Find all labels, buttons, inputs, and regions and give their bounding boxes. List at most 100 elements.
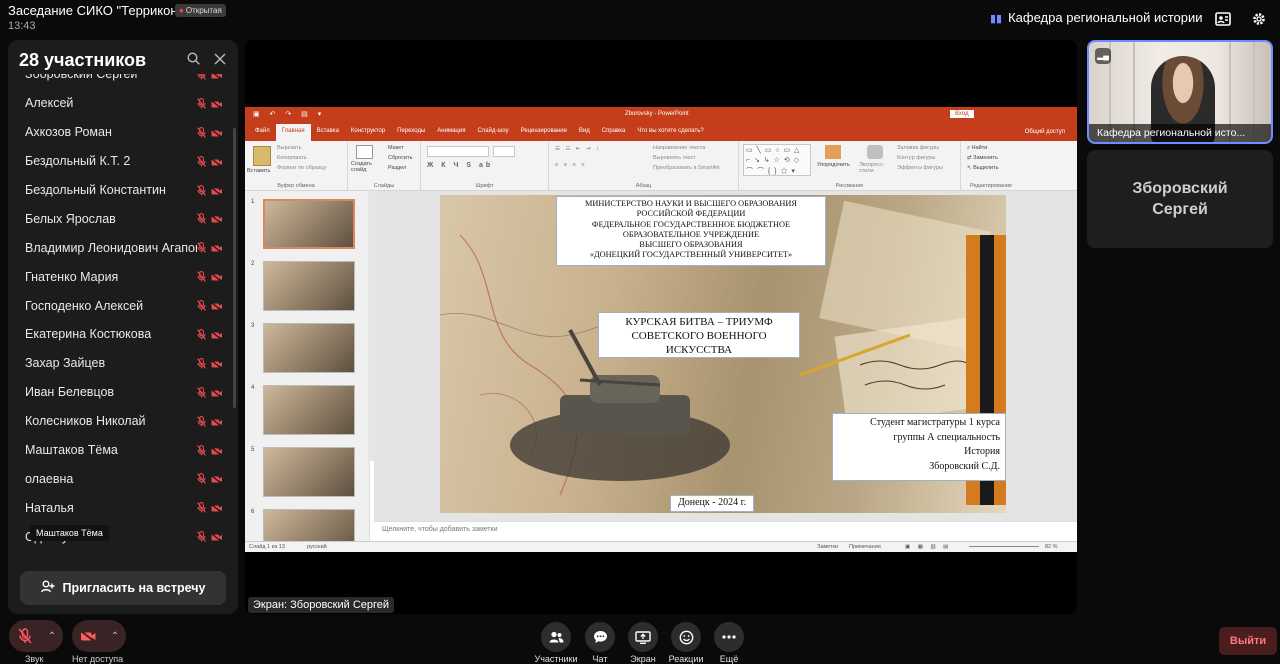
mic-off-icon <box>197 213 206 227</box>
participant-status-icons <box>197 386 223 401</box>
quick-access-toolbar: ▣ ↶ ↷ ▤ ▾ <box>253 111 326 118</box>
cut-label: Вырезать <box>277 145 302 151</box>
shape-effects-label: Эффекты фигуры <box>897 165 943 171</box>
invite-button[interactable]: Пригласить на встречу <box>20 571 226 605</box>
more-label: Ещё <box>719 654 739 664</box>
participant-name: Захар Зайцев <box>25 356 106 371</box>
camera-off-icon <box>211 271 223 285</box>
participant-row[interactable]: Колесников Николай <box>8 407 238 436</box>
mic-toggle-button[interactable] <box>9 620 41 652</box>
self-view-tile[interactable]: ▂▄ Кафедра региональной исто... <box>1087 40 1273 144</box>
new-slide-icon <box>356 145 373 159</box>
slide-thumbnail <box>263 447 355 497</box>
more-button[interactable] <box>714 622 744 652</box>
camera-off-icon <box>211 358 223 372</box>
participant-row[interactable]: Наталья <box>8 493 238 522</box>
paragraph-list-buttons: ☰ ☷ ⇤ ⇥ ↕ <box>555 146 601 152</box>
screen-share-label: Экран: Зборовский Сергей <box>248 597 395 613</box>
ppt-share-button: Общий доступ <box>1024 129 1065 135</box>
layout-icon[interactable] <box>1212 8 1234 30</box>
camera-off-icon <box>79 629 96 643</box>
settings-icon[interactable] <box>1248 8 1270 30</box>
participant-row[interactable]: Екатерина Костюкова <box>8 320 238 349</box>
slide-author-box: Студент магистратуры 1 курса группы А сп… <box>832 413 1006 481</box>
header-line: «ДОНЕЦКИЙ ГОСУДАРСТВЕННЫЙ УНИВЕРСИТЕТ» <box>589 250 793 260</box>
mic-control: ⌃ <box>9 620 63 652</box>
participant-row[interactable]: олаевна <box>8 464 238 493</box>
exit-button[interactable]: Выйти <box>1219 627 1277 655</box>
slide-counter: Слайд 1 из 13 <box>249 544 285 550</box>
participant-name: Владимир Леонидович Агапов <box>25 240 197 255</box>
participant-row[interactable]: Ахкозов Роман <box>8 118 238 147</box>
mic-off-icon <box>197 155 206 170</box>
participant-row[interactable]: Белых Ярослав <box>8 204 238 233</box>
badge-label: Открытая <box>185 6 222 15</box>
participant-row[interactable]: Владимир Леонидович Агапов <box>8 233 238 262</box>
participant-name: Бездольный Константин <box>25 183 166 197</box>
ppt-tab: Переходы <box>397 128 426 134</box>
ppt-login-button: Вход <box>950 110 974 118</box>
participant-row[interactable]: Алексей <box>8 89 238 118</box>
lock-open-icon: ● <box>179 6 184 15</box>
participant-name: Ахкозов Роман <box>25 125 112 140</box>
paste-label: Вставить <box>247 168 271 174</box>
room-name-label: Кафедра региональной истории <box>1008 10 1203 25</box>
header-line: ВЫСШЕГО ОБРАЗОВАНИЯ <box>639 240 743 250</box>
shapes-row-2: ⌐ ↘ ↳ ☆ ⟲ ◇ <box>746 157 801 164</box>
participant-tile[interactable]: Зборовский Сергей <box>1087 150 1273 248</box>
slide-thumbnail <box>263 261 355 311</box>
participant-row[interactable]: Бездольный К.Т. 2 <box>8 147 238 176</box>
search-icon[interactable] <box>187 52 200 70</box>
camera-options-caret[interactable]: ⌃ <box>104 620 126 652</box>
slide-title-box: КУРСКАЯ БИТВА – ТРИУМФ СОВЕТСКОГО ВОЕННО… <box>598 312 800 358</box>
close-icon[interactable] <box>214 52 226 70</box>
participant-row[interactable]: Захар Зайцев <box>8 349 238 378</box>
copy-label: Копировать <box>277 155 307 161</box>
screen-share-button[interactable] <box>628 622 658 652</box>
ppt-tab: Анимация <box>437 128 466 134</box>
camera-off-icon <box>211 387 223 401</box>
header-line: РОССИЙСКОЙ ФЕДЕРАЦИИ <box>636 209 746 219</box>
header-line: МИНИСТЕРСТВО НАУКИ И ВЫСШЕГО ОБРАЗОВАНИЯ <box>585 199 797 208</box>
participant-status-icons <box>197 213 223 227</box>
replace-label: Заменить <box>973 155 998 161</box>
slide-thumbnail <box>263 323 355 373</box>
participant-status-icons <box>197 329 223 343</box>
find-item: ⌕ Найти <box>967 145 988 151</box>
ppt-ribbon-tabs: Файл Главная Вставка Конструктор Переходы Ани… <box>245 124 1077 141</box>
smile-icon <box>679 630 693 644</box>
camera-toggle-button[interactable] <box>72 620 104 652</box>
participant-status-icons <box>197 97 223 112</box>
mic-options-caret[interactable]: ⌃ <box>41 620 63 652</box>
participants-button[interactable] <box>541 622 571 652</box>
mic-off-icon <box>197 242 206 256</box>
participant-row[interactable]: Иван Белевцов <box>8 378 238 407</box>
shape-outline-label: Контур фигуры <box>897 155 936 161</box>
mic-off-icon <box>197 502 206 516</box>
chat-button[interactable] <box>585 622 615 652</box>
participant-row[interactable]: Зборовский Сергей <box>8 74 238 89</box>
format-painter-label: Формат по образцу <box>277 165 327 171</box>
participant-row[interactable]: Бездольный Константин <box>8 176 238 205</box>
participants-count: 28 участников <box>19 50 147 70</box>
slide-footer-box: Донецк - 2024 г. <box>670 495 754 512</box>
camera-off-icon <box>211 531 223 545</box>
participant-row[interactable]: Господенко Алексей <box>8 291 238 320</box>
mic-off-icon <box>197 300 206 314</box>
participant-list-scrollbar[interactable] <box>233 128 236 408</box>
camera-off-icon <box>211 445 223 459</box>
camera-off-icon <box>211 502 223 516</box>
participant-status-icons <box>197 184 223 199</box>
view-buttons: ▣ ▦ ▥ ▤ <box>905 544 952 550</box>
quick-styles-label: Экспресс-стили <box>859 162 885 174</box>
participant-row[interactable]: Гнатенко Мария <box>8 262 238 291</box>
meeting-clock: 13:43 <box>8 20 36 32</box>
participant-status-icons <box>197 126 223 141</box>
reactions-button[interactable] <box>671 622 701 652</box>
shapes-row-3: ⌒ ⌒ { } ☆ ▾ <box>746 168 796 175</box>
participant-name: Колесников Николай <box>25 414 146 429</box>
participant-row[interactable]: Маштаков Тёма <box>8 436 238 465</box>
ppt-tab: Рецензирование <box>520 128 567 134</box>
participant-status-icons <box>197 415 223 430</box>
paste-icon <box>253 146 271 166</box>
